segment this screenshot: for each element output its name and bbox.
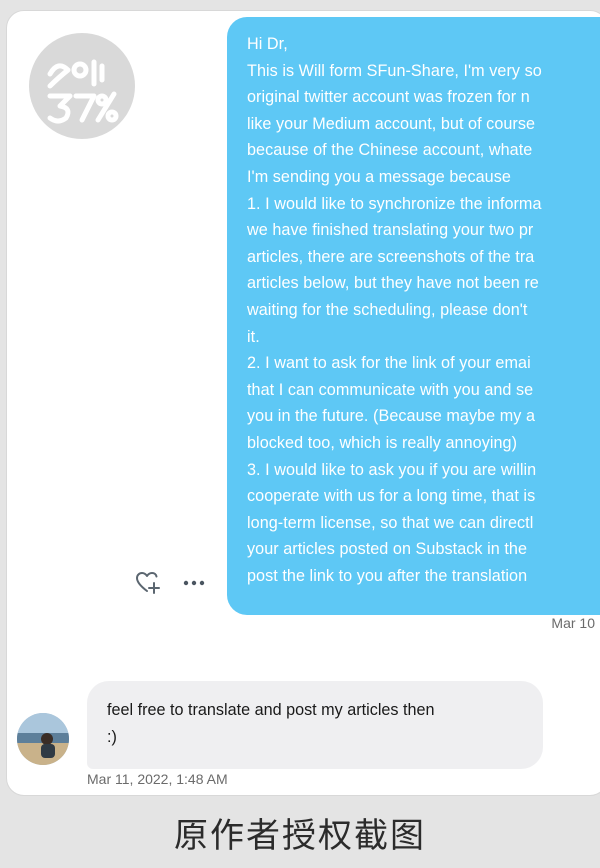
sent-message-line: post the link to you after the translati… xyxy=(247,566,528,585)
sent-message-line: original twitter account was frozen for … xyxy=(247,88,530,107)
sent-message-line: 3. I would like to ask you if you are wi… xyxy=(247,460,537,479)
sent-message-line: I'm sending you a message because xyxy=(247,167,511,186)
received-message-line: feel free to translate and post my artic… xyxy=(107,701,435,719)
dm-conversation-card: Hi Dr, This is Will form SFun-Share, I'm… xyxy=(6,10,600,796)
received-message-bubble[interactable]: feel free to translate and post my artic… xyxy=(87,681,543,769)
message-actions xyxy=(135,571,205,595)
sent-message-line: 1. I would like to synchronize the infor… xyxy=(247,194,542,213)
image-caption: 原作者授权截图 xyxy=(174,815,426,856)
sent-message-line: long-term license, so that we can direct… xyxy=(247,513,534,532)
sender-logo-avatar[interactable] xyxy=(29,33,135,139)
sent-message-line: This is Will form SFun-Share, I'm very s… xyxy=(247,61,542,80)
sent-message-line: articles, there are screenshots of the t… xyxy=(247,247,535,266)
sent-message-line: it. xyxy=(247,327,260,346)
sent-message-line: like your Medium account, but of course xyxy=(247,114,536,133)
received-message-timestamp: Mar 11, 2022, 1:48 AM xyxy=(87,771,228,787)
sfun-logo-icon xyxy=(47,59,119,124)
heart-plus-icon[interactable] xyxy=(135,571,161,595)
sent-message-line: articles below, but they have not been r… xyxy=(247,274,539,293)
sent-message-line: waiting for the scheduling, please don't xyxy=(247,300,528,319)
sent-message-line: that I can communicate with you and se xyxy=(247,380,534,399)
sent-message-line: 2. I want to ask for the link of your em… xyxy=(247,354,531,373)
sent-message-bubble[interactable]: Hi Dr, This is Will form SFun-Share, I'm… xyxy=(227,17,600,615)
sent-message-line: Hi Dr, xyxy=(247,35,288,53)
sent-message-line: you in the future. (Because maybe my a xyxy=(247,407,536,426)
screenshot-page: Hi Dr, This is Will form SFun-Share, I'm… xyxy=(0,0,600,868)
sent-message-line: blocked too, which is really annoying) xyxy=(247,433,518,452)
sent-message-line: your articles posted on Substack in the xyxy=(247,540,527,559)
sent-message-line: cooperate with us for a long time, that … xyxy=(247,487,536,506)
sent-message-line: we have finished translating your two pr xyxy=(247,221,534,240)
sent-message-line: because of the Chinese account, whate xyxy=(247,141,533,160)
received-message-line: :) xyxy=(107,727,117,746)
sent-message-timestamp: Mar 10 xyxy=(551,615,595,631)
more-horizontal-icon[interactable] xyxy=(183,579,205,587)
recipient-avatar[interactable] xyxy=(17,713,69,765)
